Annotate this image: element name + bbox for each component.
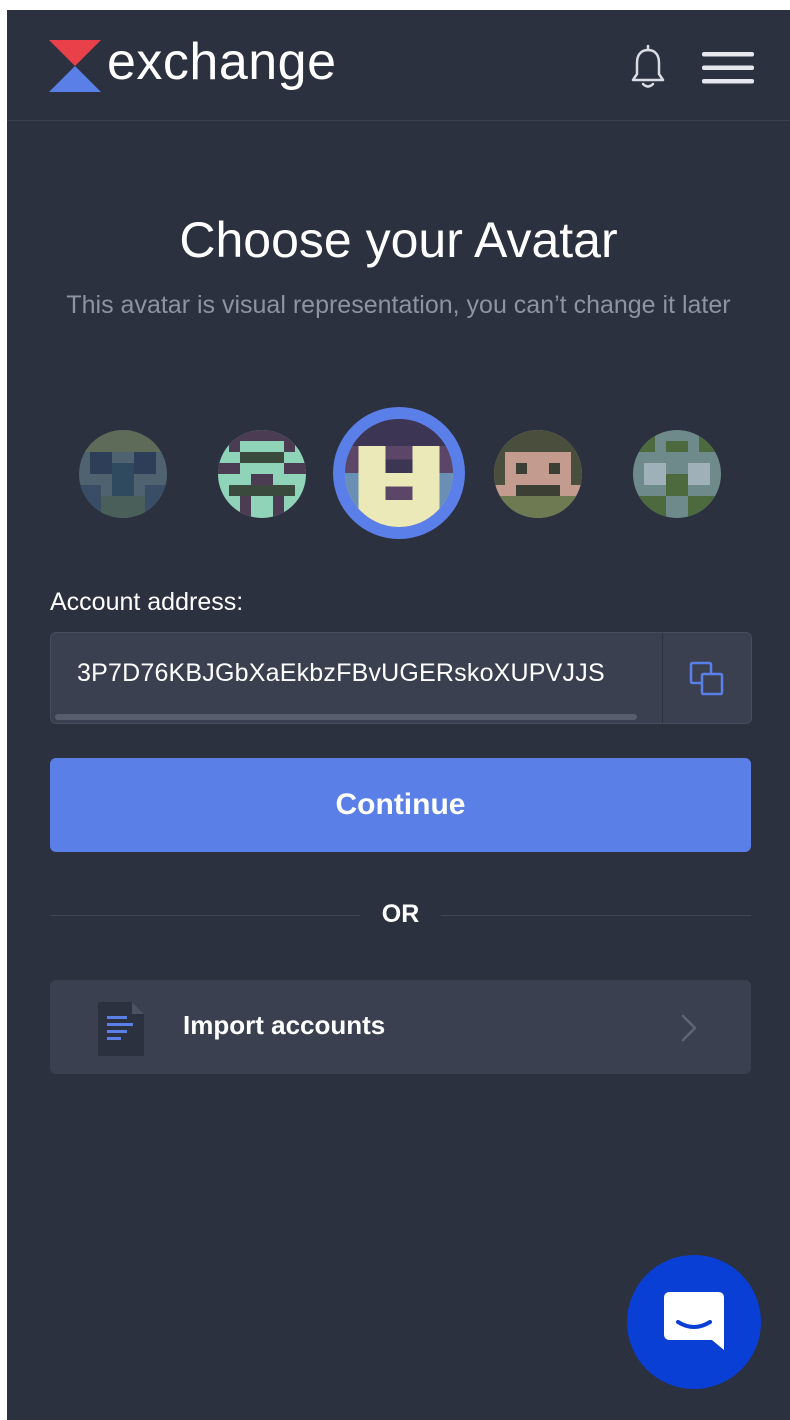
- or-separator: OR: [381, 900, 420, 928]
- address-scrollbar[interactable]: [55, 714, 637, 720]
- chat-support-button[interactable]: [627, 1255, 761, 1389]
- chevron-right-icon: [681, 1014, 697, 1042]
- account-address-label: Account address:: [50, 588, 244, 616]
- app-screen: exchange Choose your Avatar This avatar …: [7, 10, 790, 1420]
- page-subtitle: This avatar is visual representation, yo…: [66, 291, 731, 319]
- exchange-logo-icon[interactable]: [49, 40, 101, 92]
- avatar-option-4[interactable]: [494, 430, 582, 518]
- header: exchange: [7, 10, 790, 121]
- avatar-option-2[interactable]: [218, 430, 306, 518]
- account-address-field[interactable]: 3P7D76KBJGbXaEkbzFBvUGERskoXUPVJJS: [50, 632, 752, 724]
- copy-address-button[interactable]: [662, 633, 751, 723]
- chat-bubble-icon: [664, 1292, 724, 1350]
- import-accounts-button[interactable]: Import accounts: [50, 980, 751, 1074]
- avatar-option-3-selected[interactable]: [345, 419, 453, 527]
- page-title: Choose your Avatar: [179, 212, 618, 268]
- copy-icon: [689, 661, 724, 696]
- brand-name[interactable]: exchange: [107, 32, 337, 92]
- divider-left: [50, 915, 360, 916]
- account-address-value[interactable]: 3P7D76KBJGbXaEkbzFBvUGERskoXUPVJJS: [77, 659, 605, 688]
- avatar-option-5[interactable]: [633, 430, 721, 518]
- divider-right: [441, 915, 751, 916]
- bell-icon[interactable]: [627, 44, 669, 92]
- hamburger-menu-icon[interactable]: [702, 48, 754, 88]
- continue-button[interactable]: Continue: [50, 758, 751, 852]
- document-icon: [98, 1002, 144, 1056]
- avatar-option-1[interactable]: [79, 430, 167, 518]
- import-accounts-label: Import accounts: [183, 1010, 386, 1040]
